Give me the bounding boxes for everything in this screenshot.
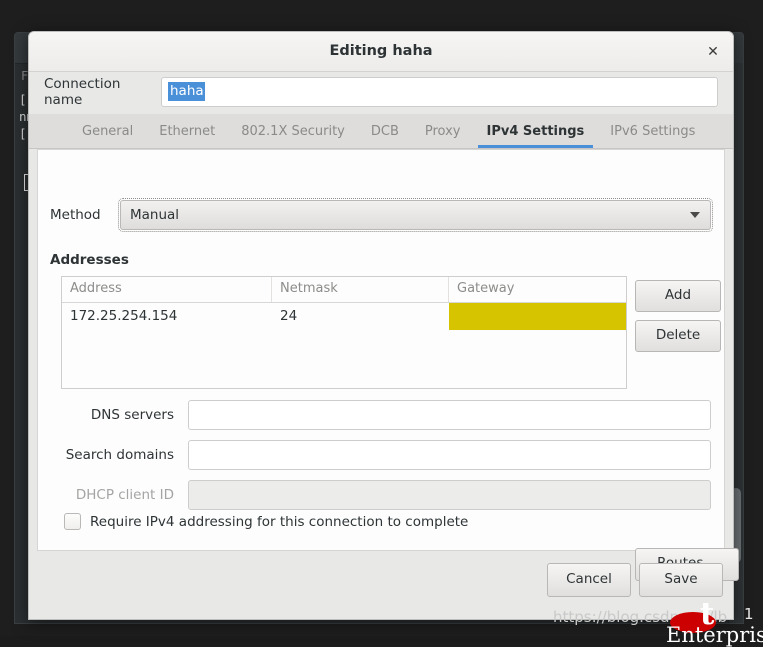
addresses-section-label: Addresses [50, 252, 129, 268]
search-domains-input[interactable] [188, 440, 711, 470]
dialog-footer: Cancel Save [29, 551, 733, 619]
tab-proxy[interactable]: Proxy [412, 114, 474, 148]
add-address-button[interactable]: Add [635, 280, 721, 312]
dhcp-client-id-label: DHCP client ID [75, 487, 174, 503]
addresses-table[interactable]: Address Netmask Gateway 172.25.254.154 2… [61, 276, 627, 389]
require-ipv4-checkbox-row[interactable]: Require IPv4 addressing for this connect… [64, 513, 468, 530]
connection-name-value: haha [168, 82, 205, 101]
connection-name-input[interactable]: haha [161, 76, 718, 107]
edit-connection-dialog: Editing haha ✕ Connection name haha Gene… [28, 31, 739, 620]
tab-dcb[interactable]: DCB [358, 114, 412, 148]
table-row[interactable]: 172.25.254.154 24 [62, 303, 626, 330]
method-dropdown[interactable]: Manual [118, 198, 713, 232]
column-header-address: Address [62, 277, 272, 302]
column-header-netmask: Netmask [272, 277, 449, 302]
ipv4-settings-panel: Method Manual Addresses Address Netmask … [37, 149, 739, 581]
cell-address[interactable]: 172.25.254.154 [62, 303, 272, 330]
tab-ethernet[interactable]: Ethernet [146, 114, 228, 148]
close-icon[interactable]: ✕ [701, 40, 725, 64]
cancel-button[interactable]: Cancel [547, 563, 631, 597]
tab-ipv6-settings[interactable]: IPv6 Settings [597, 114, 708, 148]
dns-servers-input[interactable] [188, 400, 711, 430]
tab-ipv4-settings[interactable]: IPv4 Settings [474, 114, 598, 148]
tab-802-1x-security[interactable]: 802.1X Security [228, 114, 358, 148]
chevron-down-icon [690, 212, 700, 218]
method-row: Method Manual [50, 198, 713, 232]
cell-gateway-editing[interactable] [449, 303, 626, 330]
method-label: Method [50, 207, 101, 223]
dialog-title: Editing haha [329, 43, 433, 59]
delete-address-button[interactable]: Delete [635, 320, 721, 352]
cell-netmask[interactable]: 24 [272, 303, 449, 330]
search-domains-label: Search domains [65, 447, 174, 463]
require-ipv4-label: Require IPv4 addressing for this connect… [90, 513, 469, 530]
search-domains-row: Search domains [50, 440, 711, 470]
column-header-gateway: Gateway [457, 281, 515, 296]
addresses-table-header: Address Netmask Gateway [62, 277, 626, 303]
settings-tabbar: General Ethernet 802.1X Security DCB Pro… [29, 114, 733, 149]
dialog-titlebar[interactable]: Editing haha ✕ [29, 32, 733, 72]
require-ipv4-checkbox[interactable] [64, 513, 81, 530]
connection-name-row: Connection name haha [29, 71, 733, 112]
connection-name-label: Connection name [44, 75, 121, 108]
tab-general[interactable]: General [69, 114, 146, 148]
method-selected-value: Manual [130, 207, 180, 223]
dhcp-client-id-row: DHCP client ID [50, 480, 711, 510]
dns-servers-row: DNS servers [50, 400, 711, 430]
save-button[interactable]: Save [639, 563, 723, 597]
dns-servers-label: DNS servers [90, 407, 174, 423]
dhcp-client-id-input [188, 480, 711, 510]
